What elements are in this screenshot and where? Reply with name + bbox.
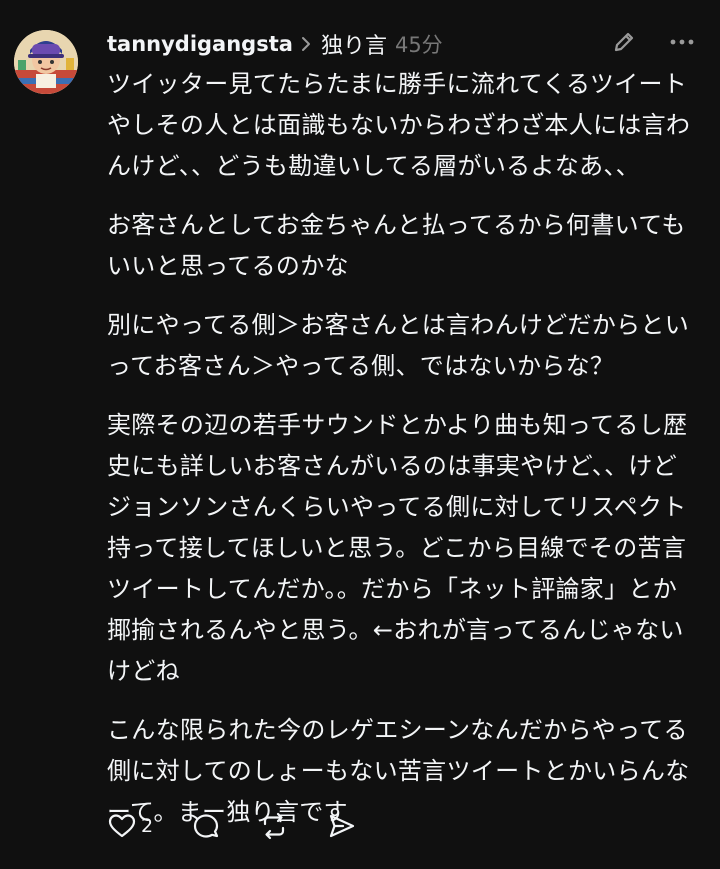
heart-icon <box>108 814 136 838</box>
header-actions <box>610 28 696 56</box>
post-paragraph: 実際その辺の若手サウンドとかより曲も知ってるし歴史にも詳しいお客さんがいるのは事… <box>107 411 688 685</box>
pencil-icon <box>614 32 634 52</box>
more-button[interactable] <box>668 28 696 56</box>
like-count: 2 <box>141 815 154 837</box>
post-time: 45分 <box>394 33 443 57</box>
topic-tag[interactable]: 独り言 <box>321 28 387 60</box>
post-paragraph: お客さんとしてお金ちゃんと払ってるから何書いてもいいと思ってるのかな <box>107 211 686 280</box>
avatar-illustration <box>14 30 78 94</box>
chevron-right-icon <box>301 37 310 51</box>
like-button[interactable]: 2 <box>107 811 153 841</box>
post-body: ツイッター見てたらたまに勝手に流れてくるツイートやしその人とは面識もないからわざ… <box>107 64 697 851</box>
post-actions: 2 <box>107 808 395 844</box>
thread-post: tannydigangsta 独り言 45分 ツイッター見てたらたまに勝手に流れ… <box>0 0 720 869</box>
avatar[interactable] <box>14 30 78 94</box>
post-paragraph: 別にやってる側＞お客さんとは言わんけどだからといってお客さん＞やってる側、ではな… <box>107 311 689 380</box>
reply-button[interactable] <box>191 811 221 841</box>
share-button[interactable] <box>327 811 357 841</box>
post-paragraph: ツイッター見てたらたまに勝手に流れてくるツイートやしその人とは面識もないからわざ… <box>107 70 691 180</box>
username[interactable]: tannydigangsta <box>107 32 293 56</box>
repost-button[interactable] <box>259 811 289 841</box>
repost-icon <box>263 812 285 840</box>
post-header: tannydigangsta 独り言 45分 <box>107 28 443 60</box>
send-icon <box>329 814 355 838</box>
comment-icon <box>193 814 219 838</box>
more-icon <box>670 39 694 45</box>
edit-button[interactable] <box>610 28 638 56</box>
